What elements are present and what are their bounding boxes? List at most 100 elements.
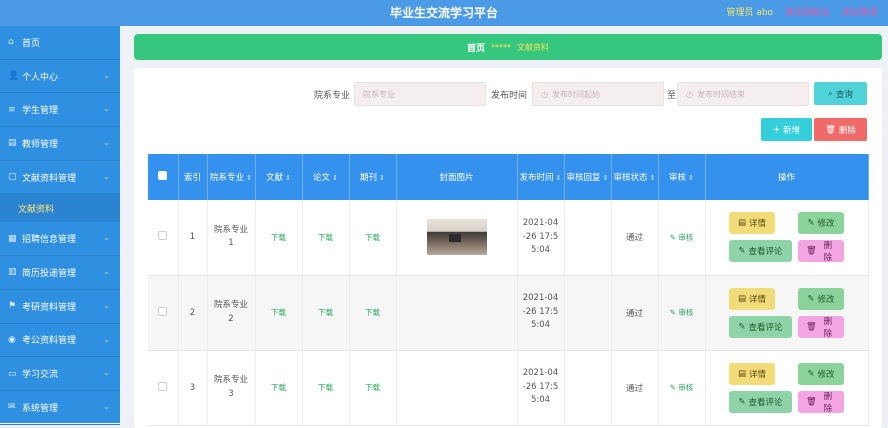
detail-button[interactable]: ▤ 详情 [729,362,775,385]
column-header[interactable]: 审核 ⇕ [658,154,706,200]
cell-time: 2021-04 -26 17:5 5:04 [517,200,565,276]
chevron-down-icon: ⌄ [103,138,110,148]
cell-reply [564,200,612,276]
chevron-down-icon: ⌄ [103,267,110,277]
time-filter-label: 发布时间 [491,91,528,101]
breadcrumb-home[interactable]: 首页 [467,41,485,54]
user-icon: 👤 [8,71,20,82]
detail-button[interactable]: ▤ 详情 [729,212,775,235]
goto-frontend-link[interactable]: 退出到前台 [785,5,830,18]
sidebar-item[interactable]: ▭ 学习交流 ⌄ [0,357,120,391]
edit-icon: ✎ [738,321,746,332]
top-bar: 毕业生交流学习平台 管理员 abo 退出到前台 退出登录 [0,0,888,26]
view-comments-button[interactable]: ✎ 查看评论 [729,390,792,413]
sidebar-item[interactable]: ▥ 简历投递管理 ⌄ [0,256,120,290]
sidebar-item-label: 首页 [22,38,41,49]
edit-button[interactable]: ✎ 修改 [798,212,844,235]
delete-button[interactable]: 🗑 删除 [798,315,844,339]
sort-icon[interactable]: ⇕ [650,174,656,182]
start-time-input[interactable]: ◷ 发布时间起始 [532,82,664,106]
cell-index: 1 [178,200,208,276]
detail-button[interactable]: ▤ 详情 [729,287,775,310]
delete-button[interactable]: 🗑 删除 [798,390,844,414]
cell-index: 3 [178,350,208,426]
sort-icon[interactable]: ⇕ [246,174,252,182]
download-wenxian-link[interactable]: 下载 [271,383,286,392]
download-wenxian-link[interactable]: 下载 [271,308,286,317]
view-comments-button[interactable]: ✎ 查看评论 [729,315,792,338]
delete-button[interactable]: 🗑 删除 [798,240,844,263]
column-header[interactable]: 文献 ⇕ [255,154,303,200]
cover-image[interactable] [426,219,487,256]
sidebar-item[interactable]: ◉ 考公资料管理 ⌄ [0,324,120,358]
row-checkbox[interactable] [158,381,168,391]
column-header[interactable]: 期刊 ⇕ [349,154,397,200]
download-qikan-link[interactable]: 下载 [365,233,380,242]
grid-icon: ▦ [8,233,17,244]
chevron-down-icon: ⌄ [103,104,110,114]
audit-link[interactable]: ✎ 审核 [670,308,694,317]
select-all-checkbox[interactable] [158,171,168,180]
sort-icon[interactable]: ⇕ [379,174,385,182]
column-header[interactable]: 发布时间 ⇕ [517,154,565,200]
sidebar-item-label: 学习交流 [22,370,59,381]
sort-icon[interactable]: ⇕ [332,174,338,182]
logout-link[interactable]: 退出登录 [842,5,878,18]
view-comments-button[interactable]: ✎ 查看评论 [729,240,792,263]
download-lunwen-link[interactable]: 下载 [318,308,333,317]
content-panel: 院系专业 院系专业 发布时间 ◷ 发布时间起始 至 ◷ 发布时间结束 ⌕ 查询 + 新增… [134,68,882,428]
search-button[interactable]: ⌕ 查询 [814,82,867,105]
audit-link[interactable]: ✎ 审核 [670,383,694,392]
batch-delete-button[interactable]: 🗑 删除 [814,118,867,141]
download-wenxian-link[interactable]: 下载 [271,233,286,242]
detail-icon: ▤ [737,293,746,304]
sidebar-subitem-active[interactable]: 文献资料 [0,194,120,223]
to-label: 至 [667,91,677,101]
sort-icon[interactable]: ⇕ [688,174,694,182]
flag-icon: ⚑ [8,301,17,312]
column-header[interactable]: 封面图片 [396,154,518,200]
column-header[interactable]: 操作 [705,154,869,200]
column-header[interactable]: 院系专业 ⇕ [207,154,256,200]
doc-icon: ▤ [8,138,17,149]
row-checkbox[interactable] [158,231,168,241]
download-lunwen-link[interactable]: 下载 [318,233,333,242]
sidebar-item[interactable]: 👤 个人中心 ⌄ [0,60,120,94]
download-lunwen-link[interactable]: 下载 [318,383,333,392]
sidebar-item[interactable]: ⌂ 首页 [0,26,120,60]
breadcrumb: 首页 ***** 文献资料 [134,34,882,60]
breadcrumb-separator: ***** [491,42,511,52]
sort-icon[interactable]: ⇕ [285,174,291,182]
sidebar-item[interactable]: ▢ 文献资料管理 ⌄ [0,161,120,195]
sidebar-item[interactable]: ▤ 教师管理 ⌄ [0,127,120,161]
column-header[interactable]: 审核回复 ⇕ [564,154,612,200]
trash-icon: 🗑 [806,321,817,332]
sidebar-item[interactable]: ≡ 学生管理 ⌄ [0,93,120,128]
column-header[interactable]: 索引 [178,154,208,200]
edit-button[interactable]: ✎ 修改 [798,287,844,310]
row-checkbox[interactable] [158,306,168,316]
select-all-header[interactable] [148,154,179,200]
column-header[interactable]: 论文 ⇕ [302,154,350,200]
column-header[interactable]: 审核状态 ⇕ [611,154,659,200]
edit-icon: ✎ [807,368,815,379]
sidebar-item[interactable]: ▦ 招聘信息管理 ⌄ [0,222,120,257]
download-qikan-link[interactable]: 下载 [365,383,380,392]
download-qikan-link[interactable]: 下载 [365,308,380,317]
main-content: 首页 ***** 文献资料 院系专业 院系专业 发布时间 ◷ 发布时间起始 至 ◷… [120,26,888,428]
end-time-input[interactable]: ◷ 发布时间结束 [677,82,809,106]
trash-icon: 🗑 [806,246,817,257]
sidebar-item[interactable]: ✉ 系统管理 ⌄ [0,391,120,425]
cell-cover [396,350,518,426]
audit-link[interactable]: ✎ 审核 [670,233,694,242]
add-button[interactable]: + 新增 [761,118,812,141]
edit-button[interactable]: ✎ 修改 [798,362,844,385]
sidebar-item[interactable]: ⚑ 考研资料管理 ⌄ [0,290,120,324]
trash-icon: 🗑 [806,396,817,407]
chevron-down-icon: ⌄ [103,401,110,411]
sort-icon[interactable]: ⇕ [603,174,609,182]
sort-icon[interactable]: ⇕ [556,174,562,182]
sidebar-item-label: 系统管理 [22,403,59,414]
major-filter-input[interactable]: 院系专业 [354,82,486,106]
list-icon: ≡ [8,104,16,115]
